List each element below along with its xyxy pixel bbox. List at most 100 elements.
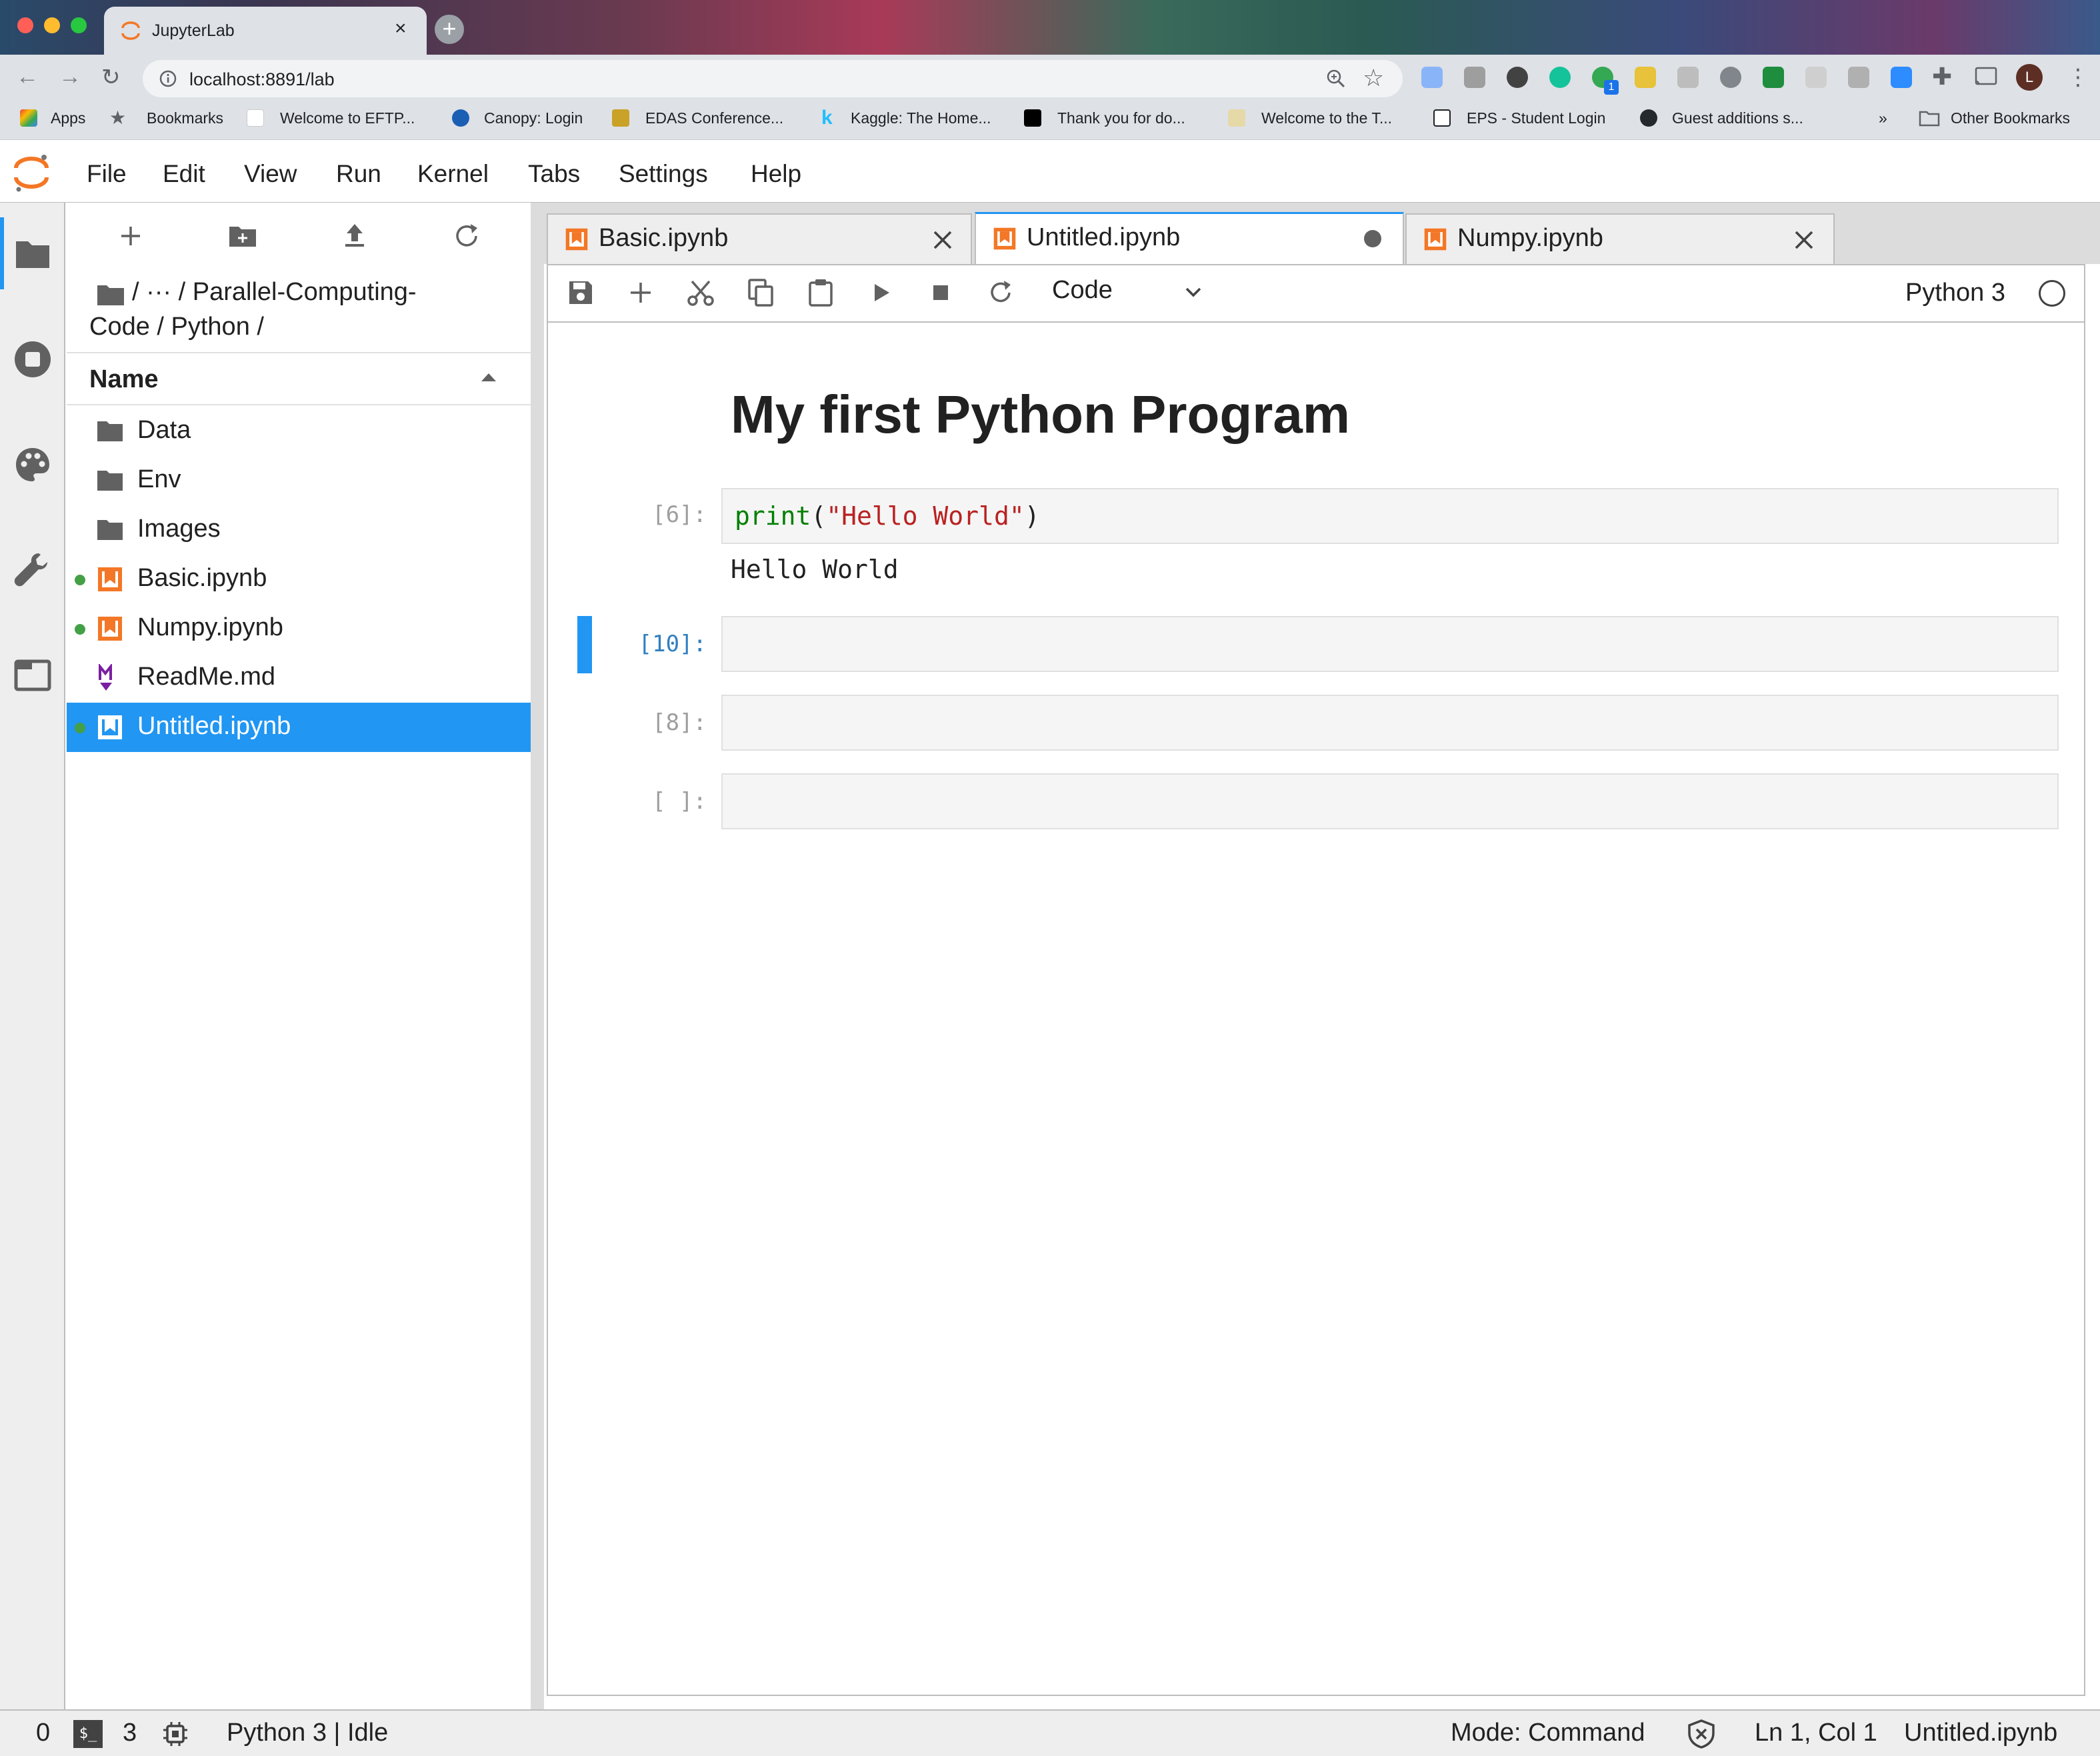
palette-icon[interactable] xyxy=(12,444,53,485)
save-icon[interactable] xyxy=(565,277,596,308)
code-cell-editor[interactable]: print("Hello World") xyxy=(721,488,2059,544)
new-folder-icon[interactable] xyxy=(227,220,259,252)
grammarly-extension-icon[interactable] xyxy=(1549,67,1571,88)
code-cell-editor[interactable] xyxy=(721,695,2059,751)
forward-arrow-icon[interactable]: → xyxy=(59,64,81,90)
cast-icon[interactable] xyxy=(1975,67,1997,87)
breadcrumb-path-line2[interactable]: Code / Python / xyxy=(89,309,516,344)
cell-type-dropdown[interactable]: Code xyxy=(1052,276,1113,305)
b-extension-icon[interactable] xyxy=(1677,67,1699,88)
upload-icon[interactable] xyxy=(339,220,371,252)
mode-indicator[interactable]: Mode: Command xyxy=(1451,1719,1645,1747)
file-row-numpy-ipynb[interactable]: Numpy.ipynb xyxy=(67,604,531,653)
code-cell-editor[interactable] xyxy=(721,616,2059,672)
gray-extension-icon[interactable] xyxy=(1805,67,1827,88)
tab-close-icon[interactable] xyxy=(931,228,955,252)
tex-extension-icon[interactable] xyxy=(1848,67,1869,88)
file-row-basic-ipynb[interactable]: Basic.ipynb xyxy=(67,555,531,604)
terminal-count[interactable]: 0 xyxy=(36,1719,50,1747)
url-text[interactable]: localhost:8891/lab xyxy=(189,69,335,90)
menu-view[interactable]: View xyxy=(244,160,297,188)
kernel-status-text[interactable]: Python 3 | Idle xyxy=(227,1719,388,1747)
dropbox-extension-icon[interactable] xyxy=(1421,67,1443,88)
bookmark-edas[interactable]: EDAS Conference... xyxy=(645,109,783,127)
code-text[interactable]: print("Hello World") xyxy=(735,501,1040,531)
breadcrumb-path-line1[interactable]: / ··· / Parallel-Computing- xyxy=(89,275,516,309)
puzzle-extensions-icon[interactable]: ✚ xyxy=(1932,63,1952,91)
menu-settings[interactable]: Settings xyxy=(619,160,708,188)
wrench-icon[interactable] xyxy=(12,549,53,591)
window-zoom-button[interactable] xyxy=(71,17,87,33)
eye-extension-icon[interactable] xyxy=(1720,67,1741,88)
zoom-extension-icon[interactable] xyxy=(1891,67,1912,88)
trusted-shield-icon[interactable] xyxy=(1687,1719,1716,1749)
bookmark-canopy[interactable]: Canopy: Login xyxy=(484,109,583,127)
sort-ascending-icon[interactable] xyxy=(480,372,497,383)
bookmark-apps[interactable]: Apps xyxy=(51,109,85,127)
menu-file[interactable]: File xyxy=(87,160,127,188)
bookmark-bookmarks[interactable]: Bookmarks xyxy=(147,109,223,127)
dark-mode-extension-icon[interactable] xyxy=(1507,67,1528,88)
bookmark-thank-you[interactable]: Thank you for do... xyxy=(1057,109,1185,127)
info-icon[interactable] xyxy=(159,69,177,88)
profile-avatar[interactable]: L xyxy=(2016,64,2043,91)
zoom-icon[interactable] xyxy=(1325,68,1347,89)
tab-basic-ipynb[interactable]: Basic.ipynb xyxy=(547,213,972,264)
file-list-header[interactable]: Name xyxy=(67,352,531,405)
bookmark-star-icon[interactable]: ☆ xyxy=(1363,64,1384,92)
file-row-env[interactable]: Env xyxy=(67,456,531,505)
bookmark-eps[interactable]: EPS - Student Login xyxy=(1467,109,1605,127)
menu-run[interactable]: Run xyxy=(336,160,381,188)
browser-menu-icon[interactable]: ⋮ xyxy=(2067,64,2089,91)
other-bookmarks[interactable]: Other Bookmarks xyxy=(1951,109,2070,127)
unsaved-changes-indicator[interactable] xyxy=(1364,230,1381,247)
breadcrumb[interactable]: / ··· / Parallel-Computing- Code / Pytho… xyxy=(89,275,516,344)
cut-icon[interactable] xyxy=(685,277,716,308)
refresh-icon[interactable] xyxy=(451,220,483,252)
browser-tab[interactable]: JupyterLab × xyxy=(104,7,427,55)
file-row-data[interactable]: Data xyxy=(67,407,531,456)
bookmark-kaggle[interactable]: Kaggle: The Home... xyxy=(851,109,991,127)
file-row-images[interactable]: Images xyxy=(67,505,531,555)
panel-splitter[interactable] xyxy=(531,203,544,1709)
code-cell-editor[interactable] xyxy=(721,773,2059,829)
file-row-untitled-ipynb[interactable]: Untitled.ipynb xyxy=(67,703,531,752)
tabs-icon[interactable] xyxy=(12,655,53,696)
menu-tabs[interactable]: Tabs xyxy=(528,160,580,188)
running-sessions-icon[interactable] xyxy=(12,339,53,380)
new-tab-button[interactable]: + xyxy=(435,15,464,44)
reload-icon[interactable]: ↻ xyxy=(101,64,121,91)
restart-icon[interactable] xyxy=(985,277,1016,308)
chevron-down-icon[interactable] xyxy=(1181,280,1205,304)
bookmark-eftp[interactable]: Welcome to EFTP... xyxy=(280,109,415,127)
back-arrow-icon[interactable]: ← xyxy=(16,64,39,90)
name-column-header[interactable]: Name xyxy=(89,365,159,394)
terminal-icon[interactable]: $_ xyxy=(73,1720,103,1748)
bookmark-welcome-t[interactable]: Welcome to the T... xyxy=(1261,109,1392,127)
bookmark-guest-additions[interactable]: Guest additions s... xyxy=(1672,109,1803,127)
folder-icon[interactable] xyxy=(12,233,53,275)
copy-icon[interactable] xyxy=(745,277,776,308)
cpu-chip-icon[interactable] xyxy=(161,1720,189,1748)
interrupt-icon[interactable] xyxy=(925,277,956,308)
window-minimize-button[interactable] xyxy=(44,17,60,33)
insert-cell-icon[interactable] xyxy=(625,277,656,308)
calendar-extension-icon[interactable] xyxy=(1464,67,1485,88)
kernel-name[interactable]: Python 3 xyxy=(1905,279,2005,307)
menu-help[interactable]: Help xyxy=(751,160,801,188)
address-bar[interactable]: localhost:8891/lab ☆ xyxy=(143,60,1403,97)
window-close-button[interactable] xyxy=(17,17,33,33)
kernel-count[interactable]: 3 xyxy=(123,1719,137,1747)
menu-edit[interactable]: Edit xyxy=(163,160,205,188)
markdown-heading[interactable]: My first Python Program xyxy=(731,384,1350,445)
file-row-readme-md[interactable]: ReadMe.md xyxy=(67,653,531,703)
bookmarks-overflow-icon[interactable]: » xyxy=(1879,109,1887,127)
active-file-name[interactable]: Untitled.ipynb xyxy=(1904,1719,2057,1747)
tab-untitled-ipynb[interactable]: Untitled.ipynb xyxy=(975,212,1404,265)
menu-kernel[interactable]: Kernel xyxy=(417,160,489,188)
run-icon[interactable] xyxy=(865,277,896,308)
paste-icon[interactable] xyxy=(805,277,836,308)
flag-extension-icon[interactable] xyxy=(1763,67,1784,88)
browser-tab-close-icon[interactable]: × xyxy=(395,17,407,40)
new-launcher-icon[interactable] xyxy=(115,220,147,252)
